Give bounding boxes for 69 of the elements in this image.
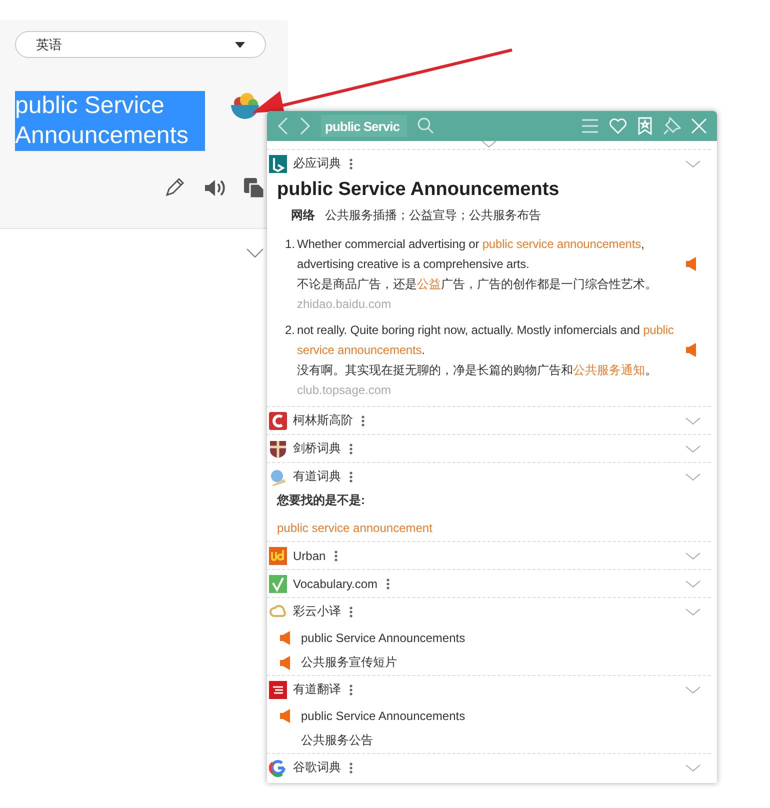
pin-icon[interactable] [663, 117, 681, 135]
bookmark-icon[interactable] [637, 117, 653, 135]
example-sentence: not really. Quite boring right now, actually. Mostly infomercials and public service announcements. [297, 322, 675, 359]
source-name[interactable]: 柯林斯高阶 [293, 412, 353, 429]
example-source: club.topsage.com [297, 382, 392, 399]
source-name[interactable]: 谷歌词典 [293, 759, 341, 776]
chevron-down-icon[interactable] [685, 552, 701, 560]
language-select[interactable]: 英语 [15, 31, 266, 58]
source-name[interactable]: 彩云小译 [293, 603, 341, 620]
source-name[interactable]: Vocabulary.com [293, 576, 378, 590]
more-icon[interactable] [349, 158, 353, 170]
more-icon[interactable] [349, 762, 353, 774]
list-number: 2. [285, 322, 296, 339]
back-icon[interactable] [277, 117, 289, 135]
chevron-down-icon[interactable] [685, 472, 701, 480]
source-name[interactable]: Urban [293, 548, 326, 562]
copy-icon[interactable] [243, 177, 265, 199]
ud-logo-icon [269, 546, 287, 564]
more-icon[interactable] [349, 442, 353, 454]
more-icon[interactable] [361, 414, 365, 426]
shield-logo-icon [269, 440, 287, 458]
source-name[interactable]: 剑桥词典 [293, 440, 341, 457]
g-logo-icon [269, 758, 287, 776]
speaker-icon[interactable] [279, 630, 291, 644]
speaker-icon[interactable] [203, 177, 225, 199]
more-icon[interactable] [386, 578, 390, 590]
definition-text: 公共服务插播；公益宣导；公共服务布告 [325, 207, 541, 224]
source-name[interactable]: 必应词典 [293, 155, 341, 172]
speaker-icon[interactable] [685, 343, 697, 357]
example-translation: 不论是商品广告，还是公益广告，广告的创作都是一门综合性艺术。 [297, 276, 658, 293]
suggestion-prompt: 您要找的是不是: [277, 492, 366, 509]
globe-logo-icon [269, 468, 287, 486]
chevron-down-icon[interactable] [685, 416, 701, 424]
chevron-down-icon[interactable] [685, 580, 701, 588]
pencil-icon[interactable] [163, 177, 185, 199]
chevron-down-icon[interactable] [685, 608, 701, 616]
example-translation: 没有啊。其实现在挺无聊的，净是长篇的购物广告和公共服务通知。 [297, 362, 658, 379]
source-name[interactable]: 有道翻译 [293, 681, 341, 698]
source-text: public Service Announcements [15, 91, 205, 151]
speaker-icon[interactable] [279, 656, 291, 670]
example-sentence: Whether commercial advertising or public service announcements, advertising creative is a comprehensive arts. [297, 236, 646, 273]
headword: public Service Announcements [277, 179, 560, 201]
translation-text: public Service Announcements [301, 708, 466, 722]
heart-icon[interactable] [609, 118, 627, 134]
more-icon[interactable] [349, 684, 353, 696]
chevron-down-icon[interactable] [685, 160, 701, 168]
source-name[interactable]: 有道词典 [293, 468, 341, 485]
translation-text: 公共服务宣传短片 [301, 654, 397, 671]
chevron-down-icon[interactable] [685, 686, 701, 694]
more-icon[interactable] [349, 470, 353, 482]
speaker-icon[interactable] [279, 708, 291, 722]
chevron-down-icon[interactable] [246, 248, 264, 258]
chevron-down-icon[interactable] [685, 444, 701, 452]
speaker-icon[interactable] [685, 257, 697, 271]
forward-icon[interactable] [299, 117, 311, 135]
translation-text: public Service Announcements [301, 630, 466, 644]
part-of-speech: 网络 [291, 207, 315, 224]
menu-icon[interactable] [581, 119, 599, 133]
bowl-icon[interactable] [230, 91, 260, 121]
chevron-down-icon[interactable] [481, 140, 497, 148]
translation-text: 公共服务公告 [301, 732, 373, 749]
list-number: 1. [285, 236, 296, 253]
more-icon[interactable] [349, 606, 353, 618]
example-source: zhidao.baidu.com [297, 296, 392, 313]
close-icon[interactable] [691, 118, 707, 134]
dropdown-caret-icon [235, 42, 245, 48]
more-icon[interactable] [334, 550, 338, 562]
chevron-down-icon[interactable] [685, 764, 701, 772]
search-icon[interactable] [417, 117, 435, 135]
